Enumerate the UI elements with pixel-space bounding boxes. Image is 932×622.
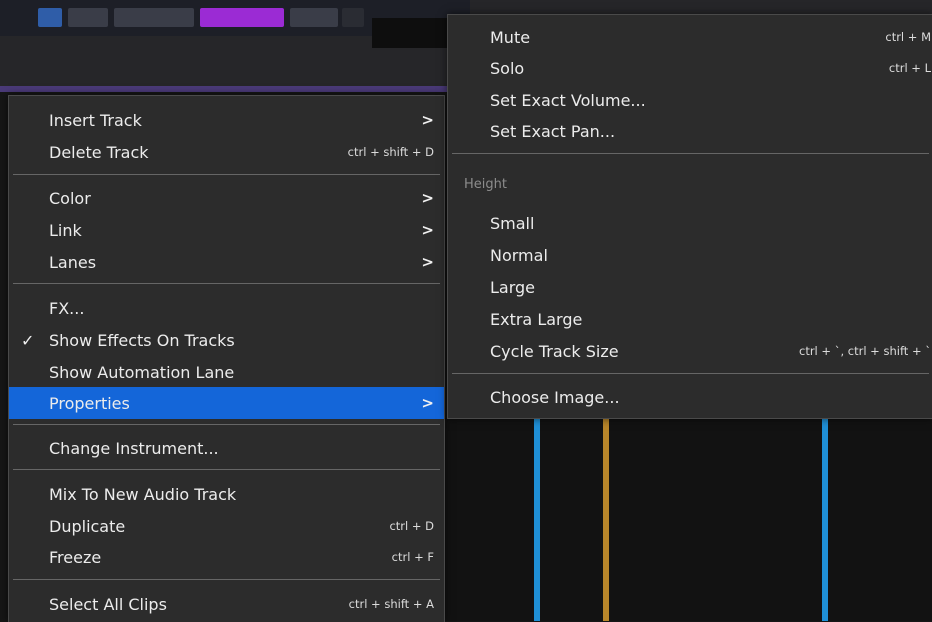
menu-divider <box>13 424 440 425</box>
menu-item-link[interactable]: Link > <box>9 214 444 246</box>
menu-item-show-effects-on-tracks[interactable]: ✓ Show Effects On Tracks <box>9 324 444 356</box>
menu-item-label: Delete Track <box>49 142 149 162</box>
menu-item-label: Small <box>490 213 535 233</box>
menu-divider <box>13 174 440 175</box>
menu-item-label: Color <box>49 188 91 208</box>
menu-item-label: Normal <box>490 245 548 265</box>
menu-item-label: Insert Track <box>49 110 142 130</box>
submenu-item-large[interactable]: Large <box>448 271 932 303</box>
menu-item-label: Show Effects On Tracks <box>49 330 235 350</box>
dropdown-icon[interactable] <box>342 8 364 27</box>
menu-item-label: Change Instrument... <box>49 438 219 458</box>
menu-item-label: Link <box>49 220 82 240</box>
menu-item-label: Mix To New Audio Track <box>49 484 237 504</box>
track-context-menu: Insert Track > Delete Track ctrl + shift… <box>8 95 445 622</box>
height-section-header: Height <box>464 177 507 192</box>
menu-divider <box>452 153 929 154</box>
menu-item-shortcut: ctrl + L <box>888 61 931 75</box>
speaker-icon[interactable] <box>68 8 108 27</box>
menu-item-shortcut: ctrl + F <box>391 550 434 564</box>
menu-item-label: Extra Large <box>490 309 583 329</box>
submenu-item-mute[interactable]: Mute ctrl + M <box>448 21 932 53</box>
submenu-arrow-icon: > <box>421 253 434 271</box>
menu-item-select-all-clips[interactable]: Select All Clips ctrl + shift + A <box>9 588 444 620</box>
menu-divider <box>13 283 440 284</box>
submenu-item-set-exact-pan[interactable]: Set Exact Pan... <box>448 115 932 147</box>
menu-item-fx[interactable]: FX... <box>9 292 444 324</box>
timeline-area <box>430 418 932 621</box>
playhead-marker <box>534 418 540 621</box>
menu-item-mix-to-new-audio-track[interactable]: Mix To New Audio Track <box>9 478 444 510</box>
menu-item-properties[interactable]: Properties > <box>9 387 444 419</box>
submenu-item-small[interactable]: Small <box>448 207 932 239</box>
menu-item-label: Select All Clips <box>49 594 167 614</box>
properties-submenu: Mute ctrl + M Solo ctrl + L Set Exact Vo… <box>447 14 932 419</box>
menu-item-shortcut: ctrl + shift + A <box>348 597 434 611</box>
menu-item-label: FX... <box>49 298 85 318</box>
checkmark-icon: ✓ <box>21 330 35 350</box>
submenu-arrow-icon: > <box>421 394 434 412</box>
menu-item-label: Show Automation Lane <box>49 362 235 382</box>
menu-item-label: Solo <box>490 58 525 78</box>
menu-item-lanes[interactable]: Lanes > <box>9 246 444 278</box>
menu-item-label: Duplicate <box>49 516 126 536</box>
menu-item-insert-track[interactable]: Insert Track > <box>9 104 444 136</box>
menu-item-delete-track[interactable]: Delete Track ctrl + shift + D <box>9 136 444 168</box>
track-icon-button[interactable] <box>38 8 62 27</box>
submenu-arrow-icon: > <box>421 221 434 239</box>
menu-divider <box>452 373 929 374</box>
menu-item-label: Mute <box>490 27 531 47</box>
automation-strip <box>0 86 470 92</box>
menu-item-label: Large <box>490 277 536 297</box>
menu-item-label: Set Exact Volume... <box>490 90 646 110</box>
menu-item-shortcut: ctrl + shift + D <box>347 145 434 159</box>
menu-item-label: Cycle Track Size <box>490 341 619 361</box>
menu-item-shortcut: ctrl + M <box>885 30 931 44</box>
menu-item-label: Choose Image... <box>490 387 620 407</box>
arm-button[interactable] <box>290 8 338 27</box>
submenu-item-choose-image[interactable]: Choose Image... <box>448 381 932 413</box>
menu-item-shortcut: ctrl + `, ctrl + shift + ` <box>799 344 931 358</box>
menu-item-label: Set Exact Pan... <box>490 121 616 141</box>
menu-divider <box>13 469 440 470</box>
menu-divider <box>13 579 440 580</box>
menu-item-label: Lanes <box>49 252 97 272</box>
submenu-arrow-icon: > <box>421 111 434 129</box>
loop-marker <box>603 418 609 621</box>
menu-item-shortcut: ctrl + D <box>389 519 434 533</box>
submenu-item-set-exact-volume[interactable]: Set Exact Volume... <box>448 84 932 116</box>
menu-item-color[interactable]: Color > <box>9 182 444 214</box>
menu-item-label: Freeze <box>49 547 102 567</box>
menu-item-label: Properties <box>49 393 130 413</box>
submenu-item-normal[interactable]: Normal <box>448 239 932 271</box>
clip-edge-marker <box>822 418 828 621</box>
submenu-item-cycle-track-size[interactable]: Cycle Track Size ctrl + `, ctrl + shift … <box>448 335 932 367</box>
instrument-button[interactable] <box>200 8 284 27</box>
menu-item-show-automation-lane[interactable]: Show Automation Lane <box>9 356 444 388</box>
submenu-arrow-icon: > <box>421 189 434 207</box>
track-display <box>372 18 450 48</box>
menu-item-change-instrument[interactable]: Change Instrument... <box>9 432 444 464</box>
mute-solo-buttons[interactable] <box>114 8 194 27</box>
submenu-item-solo[interactable]: Solo ctrl + L <box>448 52 932 84</box>
menu-item-freeze[interactable]: Freeze ctrl + F <box>9 541 444 573</box>
menu-item-duplicate[interactable]: Duplicate ctrl + D <box>9 510 444 542</box>
submenu-item-extra-large[interactable]: Extra Large <box>448 303 932 335</box>
